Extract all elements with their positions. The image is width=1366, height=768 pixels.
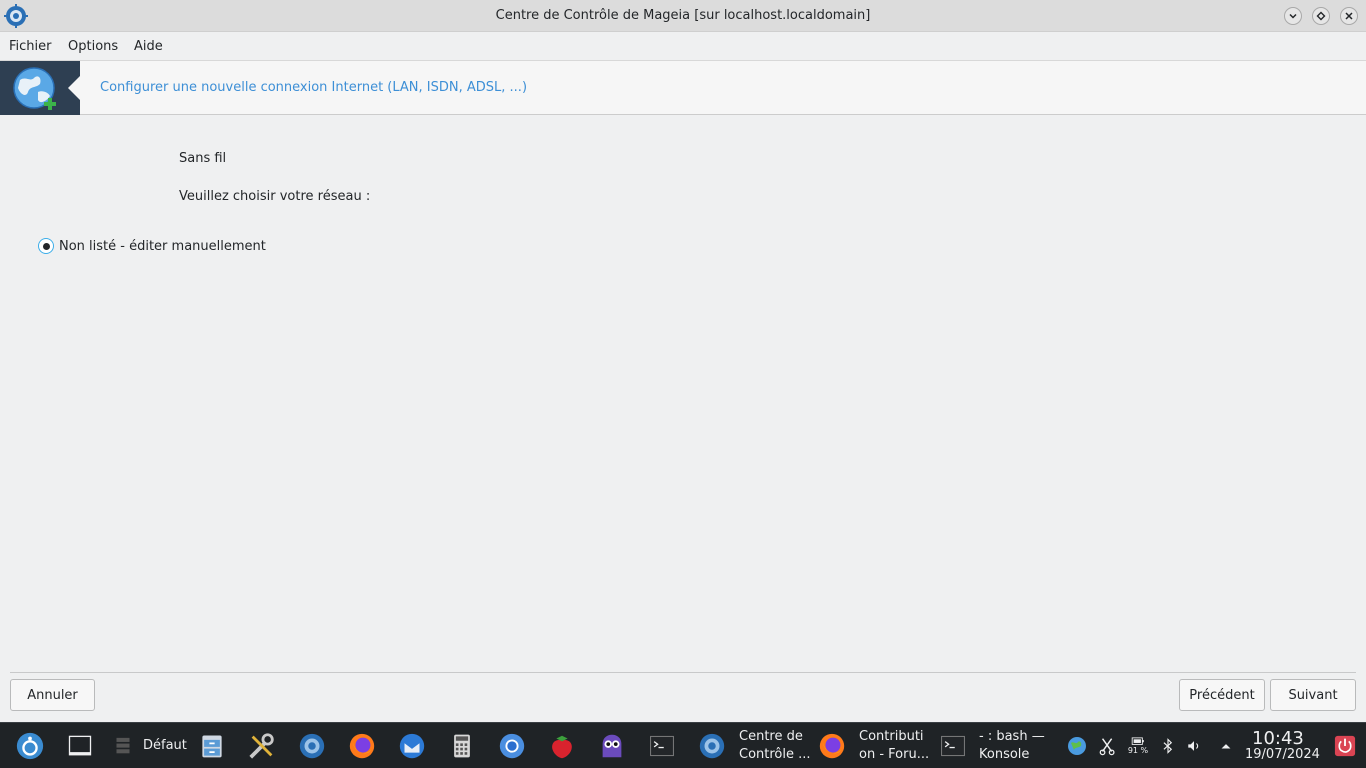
cancel-button[interactable]: Annuler: [10, 679, 95, 711]
window-title: Centre de Contrôle de Mageia [sur localh…: [495, 8, 871, 23]
task-control-center-line2[interactable]: Contrôle ...: [739, 746, 811, 763]
clock-time[interactable]: 10:43: [1252, 728, 1304, 749]
system-settings-tools-icon[interactable]: [246, 730, 278, 762]
clock-date[interactable]: 19/07/2024: [1245, 747, 1320, 762]
button-separator: [10, 672, 1356, 673]
mageia-control-center-launcher-icon[interactable]: [296, 730, 328, 762]
activities-icon[interactable]: [107, 730, 139, 762]
banner-title: Configurer une nouvelle connexion Intern…: [100, 80, 528, 95]
previous-button[interactable]: Précédent: [1179, 679, 1265, 711]
network-option-label[interactable]: Non listé - éditer manuellement: [59, 239, 266, 254]
menu-options[interactable]: Options: [68, 39, 118, 54]
chromium-icon[interactable]: [496, 730, 528, 762]
maximize-button[interactable]: [1312, 7, 1330, 25]
ghost-app-icon[interactable]: [596, 730, 628, 762]
thunderbird-icon[interactable]: [396, 730, 428, 762]
firefox-icon[interactable]: [346, 730, 378, 762]
task-firefox-icon[interactable]: [816, 730, 848, 762]
menu-fichier[interactable]: Fichier: [9, 39, 52, 54]
tray-expand-arrow-icon[interactable]: [1215, 735, 1237, 757]
task-konsole-line2[interactable]: Konsole: [979, 746, 1029, 763]
task-control-center-line1[interactable]: Centre de: [739, 728, 803, 745]
connection-type-label: Sans fil: [179, 151, 227, 166]
choose-network-prompt: Veuillez choisir votre réseau :: [179, 189, 371, 204]
strawberry-music-icon[interactable]: [546, 730, 578, 762]
minimize-button[interactable]: [1284, 7, 1302, 25]
volume-icon[interactable]: [1183, 735, 1205, 757]
battery-icon[interactable]: 91 %: [1127, 735, 1149, 757]
close-button[interactable]: [1340, 7, 1358, 25]
show-desktop-icon[interactable]: [64, 730, 96, 762]
file-manager-icon[interactable]: [196, 730, 228, 762]
power-icon[interactable]: [1333, 734, 1357, 758]
task-konsole-icon[interactable]: [937, 730, 969, 762]
taskbar: Défaut Centre de Contrôle ... Contributi: [0, 722, 1366, 768]
clipboard-scissors-icon[interactable]: [1097, 735, 1119, 757]
chevron-down-icon: [1289, 13, 1297, 19]
task-firefox-line1[interactable]: Contributi: [859, 728, 924, 745]
menu-aide[interactable]: Aide: [134, 39, 163, 54]
wizard-banner: Configurer une nouvelle connexion Intern…: [0, 60, 1366, 115]
calculator-icon[interactable]: [446, 730, 478, 762]
network-option-manual[interactable]: Non listé - éditer manuellement: [38, 238, 266, 254]
window-titlebar[interactable]: Centre de Contrôle de Mageia [sur localh…: [0, 0, 1366, 32]
radio-button-selected[interactable]: [38, 238, 54, 254]
battery-percent: 91 %: [1127, 746, 1149, 755]
activity-label[interactable]: Défaut: [143, 737, 187, 754]
menubar: Fichier Options Aide: [0, 32, 1366, 60]
banner-arrow: [68, 76, 80, 100]
next-button[interactable]: Suivant: [1270, 679, 1356, 711]
bluetooth-icon[interactable]: [1157, 735, 1179, 757]
konsole-launcher-icon[interactable]: [646, 730, 678, 762]
diamond-icon: [1316, 11, 1326, 21]
globe-plus-icon: [12, 66, 58, 112]
close-icon: [1345, 12, 1353, 20]
task-konsole-line1[interactable]: - : bash —: [979, 728, 1045, 745]
task-control-center-icon[interactable]: [696, 730, 728, 762]
application-launcher-icon[interactable]: [14, 730, 46, 762]
network-globe-icon[interactable]: [1066, 735, 1088, 757]
task-firefox-line2[interactable]: on - Foru...: [859, 746, 929, 763]
radio-dot: [42, 242, 50, 250]
